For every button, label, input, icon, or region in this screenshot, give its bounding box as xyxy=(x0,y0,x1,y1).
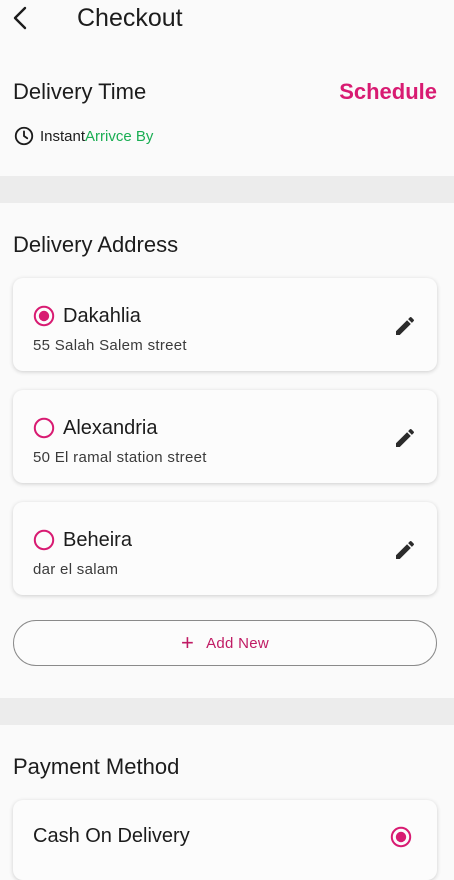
address-name: Alexandria xyxy=(63,417,158,439)
delivery-time-heading: Delivery Time xyxy=(13,79,147,104)
plus-icon: + xyxy=(180,630,195,655)
clock-icon xyxy=(14,126,34,146)
arrow-back-icon xyxy=(13,6,27,30)
radio-unselected-icon[interactable] xyxy=(33,417,55,439)
back-button[interactable] xyxy=(8,4,32,32)
address-name: Dakahlia xyxy=(63,305,141,327)
page-title: Checkout xyxy=(77,4,183,32)
delivery-address-heading: Delivery Address xyxy=(13,232,179,257)
arrive-by-label: Arrivce By xyxy=(85,127,154,145)
app-bar: Checkout xyxy=(0,0,454,38)
address-street: dar el salam xyxy=(33,561,119,578)
add-new-address-button[interactable]: + Add New xyxy=(13,620,437,666)
edit-pencil-icon[interactable] xyxy=(393,426,417,450)
address-card-alexandria[interactable]: Alexandria 50 El ramal station street xyxy=(13,390,437,483)
payment-method-heading: Payment Method xyxy=(13,754,180,779)
schedule-button[interactable]: Schedule xyxy=(339,79,437,105)
payment-option-cash[interactable]: Cash On Delivery xyxy=(13,800,437,880)
address-street: 55 Salah Salem street xyxy=(33,337,187,354)
section-divider xyxy=(0,176,454,203)
radio-selected-icon[interactable] xyxy=(390,826,412,848)
radio-unselected-icon[interactable] xyxy=(33,529,55,551)
instant-delivery-row[interactable]: Instant Arrivce By xyxy=(13,125,153,147)
payment-option-label: Cash On Delivery xyxy=(33,825,190,847)
edit-pencil-icon[interactable] xyxy=(393,314,417,338)
address-street: 50 El ramal station street xyxy=(33,449,207,466)
radio-selected-icon[interactable] xyxy=(33,305,55,327)
address-name: Beheira xyxy=(63,529,132,551)
add-new-label: Add New xyxy=(206,634,270,652)
address-card-dakahlia[interactable]: Dakahlia 55 Salah Salem street xyxy=(13,278,437,371)
instant-label: Instant xyxy=(40,127,86,145)
section-divider xyxy=(0,698,454,725)
edit-pencil-icon[interactable] xyxy=(393,538,417,562)
address-card-beheira[interactable]: Beheira dar el salam xyxy=(13,502,437,595)
